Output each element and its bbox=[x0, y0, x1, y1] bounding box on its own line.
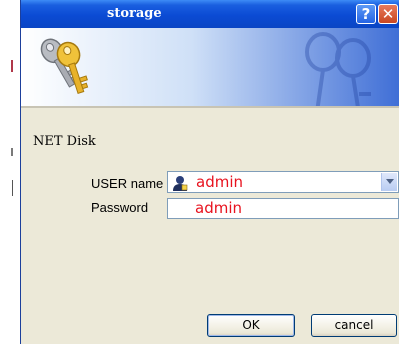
background-mark bbox=[12, 180, 13, 196]
help-button[interactable]: ? bbox=[356, 4, 376, 24]
password-value: admin bbox=[195, 199, 242, 217]
banner-divider bbox=[21, 106, 399, 108]
help-icon: ? bbox=[361, 5, 371, 23]
user-icon bbox=[173, 176, 188, 191]
dropdown-button[interactable] bbox=[381, 173, 397, 191]
section-label: NET Disk bbox=[33, 134, 96, 149]
close-icon: ✕ bbox=[381, 5, 395, 23]
ok-button[interactable]: OK bbox=[207, 314, 295, 337]
password-field[interactable]: admin bbox=[167, 198, 399, 219]
cancel-button[interactable]: cancel bbox=[311, 314, 397, 337]
user-name-value: admin bbox=[196, 173, 243, 191]
header-banner bbox=[21, 28, 399, 106]
background-window-edge bbox=[0, 0, 20, 344]
close-button[interactable]: ✕ bbox=[378, 4, 398, 24]
keys-watermark-icon bbox=[305, 32, 371, 106]
user-name-label: USER name bbox=[91, 176, 164, 191]
title-bar[interactable]: storage ? ✕ bbox=[21, 0, 399, 28]
background-mark bbox=[11, 60, 13, 72]
storage-dialog: storage ? ✕ NET Disk USER name admin Pas… bbox=[20, 0, 399, 344]
background-mark bbox=[11, 148, 13, 156]
keys-icon bbox=[40, 38, 89, 94]
password-label: Password bbox=[91, 200, 149, 215]
window-title: storage bbox=[107, 6, 162, 21]
chevron-down-icon bbox=[386, 179, 394, 184]
user-name-combobox[interactable]: admin bbox=[167, 171, 399, 193]
